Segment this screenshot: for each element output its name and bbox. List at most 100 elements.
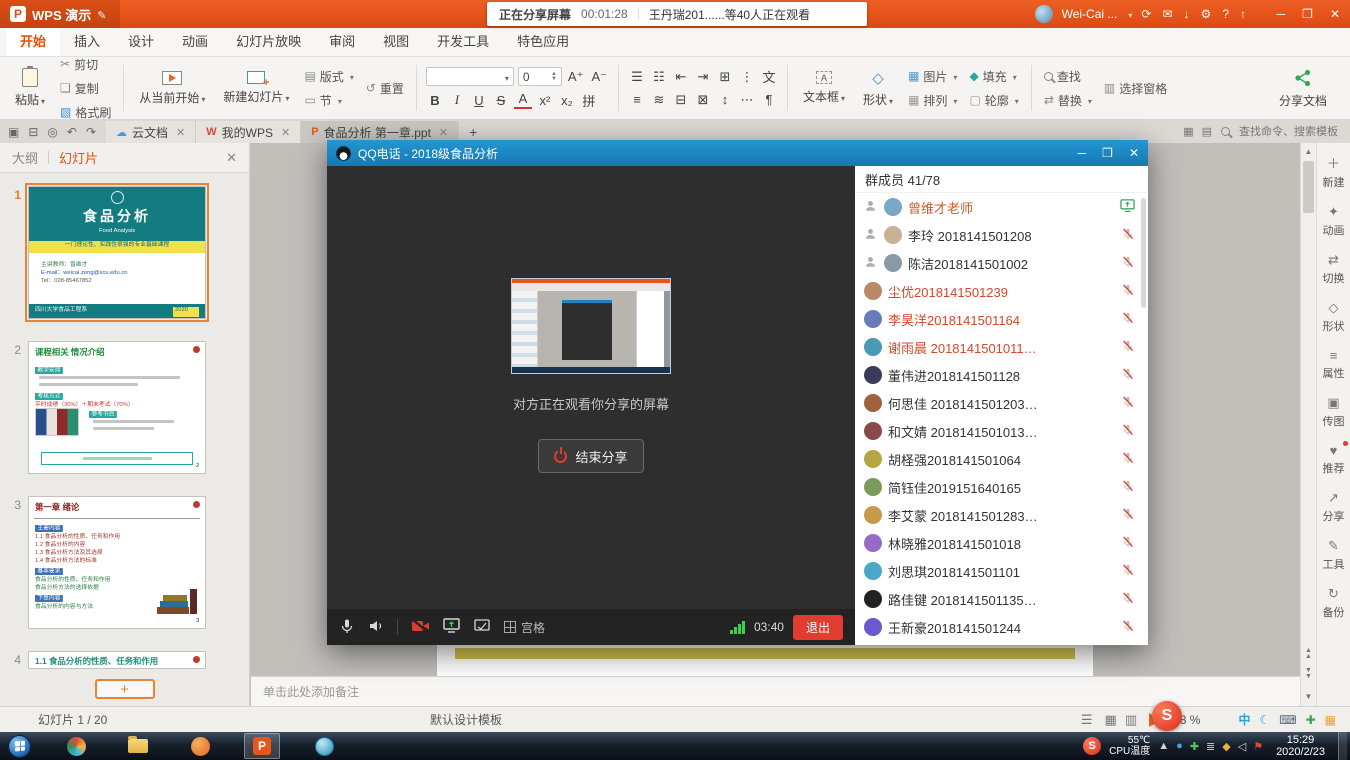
member-row[interactable]: 谢雨晨 2018141501011…	[855, 333, 1148, 361]
font-name-input[interactable]	[426, 67, 514, 86]
paragraph-tool-icon[interactable]: ⇥	[694, 68, 712, 86]
tab-outline[interactable]: 大纲	[12, 148, 38, 167]
paragraph-tool-icon[interactable]: ⋮	[738, 68, 756, 86]
paragraph-tool-icon[interactable]: ⊞	[716, 68, 734, 86]
titlebar-icon[interactable]: ⟳	[1141, 7, 1151, 21]
alignment-tool-icon[interactable]: ¶	[760, 91, 778, 109]
ime-icon[interactable]: ▦	[1325, 713, 1336, 727]
close-tab-icon[interactable]: ✕	[176, 126, 185, 139]
exit-call-button[interactable]: 退出	[793, 615, 843, 640]
member-row[interactable]: 李玲 2018141501208	[855, 221, 1148, 249]
picture-button[interactable]: 图片	[905, 67, 960, 86]
screen-share-banner[interactable]: 正在分享屏幕 00:01:28 王丹瑞201......等40人正在观看	[487, 2, 867, 26]
tray-icon[interactable]: ◁	[1238, 740, 1246, 753]
shape-button[interactable]: 形状	[857, 67, 899, 110]
previous-slide-button[interactable]	[1305, 648, 1312, 660]
share-document-button[interactable]: 分享文档	[1273, 66, 1333, 111]
alignment-tool-icon[interactable]: ⊠	[694, 91, 712, 109]
ribbon-tab[interactable]: 动画	[168, 28, 222, 56]
view-mode-icon[interactable]: ▥	[1125, 712, 1137, 728]
ribbon-tab[interactable]: 视图	[369, 28, 423, 56]
member-row[interactable]: 尘优2018141501239	[855, 277, 1148, 305]
quick-access-icon[interactable]: ▣	[8, 125, 19, 139]
quick-access-icon[interactable]: ↷	[86, 125, 96, 139]
sidebar-item[interactable]: ＋ 新建	[1323, 153, 1345, 190]
pinyin-button[interactable]: 拼	[580, 91, 598, 109]
end-share-button[interactable]: 结束分享	[538, 439, 644, 473]
tab-bar-icon[interactable]: ▦	[1183, 125, 1193, 138]
member-row[interactable]: 何思佳 2018141501203…	[855, 389, 1148, 417]
quick-access-icon[interactable]: ↶	[67, 125, 77, 139]
arrange-button[interactable]: 排列	[905, 91, 960, 110]
vertical-scrollbar[interactable]: ▲ ▼	[1300, 143, 1316, 706]
tray-icon[interactable]: ●	[1176, 740, 1183, 752]
qq-maximize-button[interactable]: ❐	[1102, 146, 1113, 160]
sidebar-item[interactable]: ≡ 属性	[1323, 348, 1345, 381]
ribbon-tab[interactable]: 开发工具	[423, 28, 503, 56]
document-tab[interactable]: ☁ 云文档 ✕	[106, 121, 196, 143]
member-row[interactable]: 林晓雅2018141501018	[855, 529, 1148, 557]
taskbar-browser-icon[interactable]	[58, 733, 94, 759]
close-button[interactable]: ✕	[1330, 7, 1340, 21]
camera-off-icon[interactable]	[411, 619, 430, 636]
ribbon-tab[interactable]: 特色应用	[503, 28, 583, 56]
strikethrough-button[interactable]: S	[492, 91, 510, 109]
paragraph-tool-icon[interactable]: ☰	[628, 68, 646, 86]
new-slide-button[interactable]: 新建幻灯片	[217, 69, 295, 107]
taskbar-folder-icon[interactable]	[120, 733, 156, 759]
grow-font-button[interactable]: A⁺	[566, 68, 586, 86]
sidebar-item[interactable]: ↻ 备份	[1323, 586, 1345, 620]
close-panel-icon[interactable]: ✕	[226, 150, 237, 166]
quick-access-icon[interactable]: ⊟	[28, 125, 38, 139]
italic-button[interactable]: I	[448, 91, 466, 109]
paragraph-tool-icon[interactable]: ☷	[650, 68, 668, 86]
slide-1-thumbnail[interactable]: 食品分析 Food Analysis 一门理论性、实践性很强的专业基础课程 主讲…	[28, 186, 206, 319]
ribbon-tab[interactable]: 审阅	[315, 28, 369, 56]
slide-2-thumbnail[interactable]: 课程相关 情况介绍 教学安排 考核方式 平时成绩（30%）＋期末考试（70%） …	[28, 341, 206, 474]
ribbon-tab[interactable]: 插入	[60, 28, 114, 56]
qq-titlebar[interactable]: QQ电话 - 2018级食品分析 ─ ❐ ✕	[327, 140, 1148, 166]
taskbar-wps-icon[interactable]: P	[244, 733, 280, 759]
slide-edit-area[interactable]	[437, 645, 1093, 676]
tab-slides[interactable]: 幻灯片	[59, 148, 98, 167]
copy-button[interactable]: 复制	[57, 79, 102, 98]
member-row[interactable]: 路佳键 2018141501135…	[855, 585, 1148, 613]
slide-3-thumbnail[interactable]: 第一章 绪论 主要内容 1.1 食品分析的性质、任务和作用1.2 食品分析的内容…	[28, 496, 206, 629]
alignment-tool-icon[interactable]: ↕	[716, 91, 734, 109]
alignment-tool-icon[interactable]: ⊟	[672, 91, 690, 109]
slide-thumbnail-list[interactable]: 1 食品分析 Food Analysis 一门理论性、实践性很强的专业基础课程 …	[0, 174, 249, 672]
tray-icon[interactable]: ⚑	[1253, 740, 1263, 753]
tray-icon[interactable]: ≣	[1206, 740, 1215, 753]
member-row[interactable]: 董伟进2018141501128	[855, 361, 1148, 389]
titlebar-icon[interactable]: ↑	[1240, 7, 1246, 21]
sidebar-item[interactable]: ✎ 工具	[1323, 538, 1345, 572]
close-tab-icon[interactable]: ✕	[439, 126, 448, 139]
member-row[interactable]: 曾维才老师	[855, 193, 1148, 221]
font-color-button[interactable]: A	[514, 91, 532, 109]
tab-bar-icon[interactable]: ▤	[1202, 125, 1212, 138]
quick-access-icon[interactable]: ◎	[47, 125, 57, 139]
selection-pane-button[interactable]: 选择窗格	[1101, 79, 1170, 98]
find-button[interactable]: 查找	[1041, 67, 1084, 86]
shrink-font-button[interactable]: A⁻	[589, 68, 609, 86]
show-desktop-button[interactable]	[1338, 732, 1347, 760]
taskbar-clock[interactable]: 15:29 2020/2/23	[1271, 734, 1330, 758]
member-list-scrollbar[interactable]	[1141, 198, 1146, 308]
member-row[interactable]: 李艾蒙 2018141501283…	[855, 501, 1148, 529]
scrollbar-thumb[interactable]	[1303, 161, 1314, 213]
ime-icon[interactable]: ☾	[1260, 713, 1271, 727]
titlebar-icon[interactable]: ?	[1222, 7, 1229, 21]
design-template-label[interactable]: 默认设计模板	[430, 711, 502, 728]
font-size-input[interactable]: 0▲▼	[518, 67, 562, 86]
view-mode-icon[interactable]: ▦	[1105, 712, 1117, 728]
taskbar-qq-icon[interactable]	[182, 733, 218, 759]
replace-button[interactable]: 替换	[1041, 91, 1095, 110]
paragraph-tool-icon[interactable]: 文	[760, 68, 778, 86]
sidebar-item[interactable]: ⇄ 切换	[1323, 252, 1345, 286]
member-list[interactable]: 曾维才老师 李玲 2018141501208	[855, 193, 1148, 645]
member-row[interactable]: 陈洁2018141501002	[855, 249, 1148, 277]
tray-icon[interactable]: ✚	[1190, 740, 1199, 753]
member-row[interactable]: 胡柽强2018141501064	[855, 445, 1148, 473]
add-slide-button[interactable]: +	[95, 679, 155, 699]
cut-button[interactable]: 剪切	[57, 55, 101, 74]
